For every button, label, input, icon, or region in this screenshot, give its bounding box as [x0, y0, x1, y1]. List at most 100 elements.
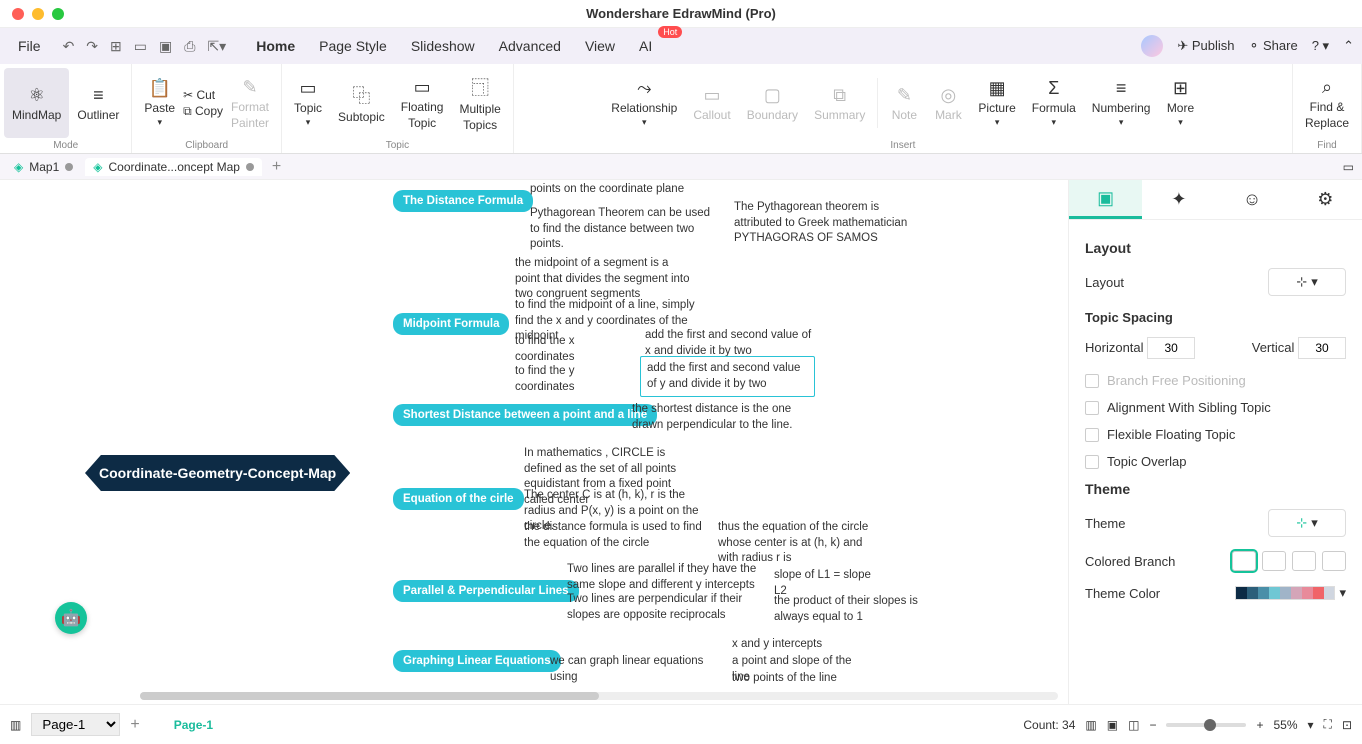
topic-midpoint[interactable]: Midpoint Formula	[393, 313, 509, 335]
menu-file[interactable]: File	[8, 34, 51, 58]
tab-coordinate[interactable]: ◈Coordinate...oncept Map	[85, 158, 262, 176]
view-icon-2[interactable]: ▣	[1107, 718, 1118, 732]
color-bar[interactable]	[1235, 586, 1335, 600]
fit-icon[interactable]: ⊡	[1342, 718, 1352, 732]
theme-select[interactable]: ⊹▾	[1268, 509, 1346, 537]
topic-graphing[interactable]: Graphing Linear Equations	[393, 650, 561, 672]
menu-pagestyle[interactable]: Page Style	[309, 34, 397, 58]
more-button[interactable]: ⊞More▾	[1158, 68, 1202, 138]
canvas[interactable]: Coordinate-Geometry-Concept-Map The Dist…	[0, 180, 1068, 704]
close-window[interactable]	[12, 8, 24, 20]
root-node[interactable]: Coordinate-Geometry-Concept-Map	[85, 455, 350, 491]
ai-assistant-button[interactable]: 🤖	[55, 602, 87, 634]
sub-node[interactable]: thus the equation of the circle whose ce…	[718, 520, 878, 567]
checkbox-overlap[interactable]	[1085, 455, 1099, 469]
publish-button[interactable]: ✈ Publish	[1177, 38, 1234, 54]
sub-node[interactable]: The Pythagorean theorem is attributed to…	[734, 200, 919, 247]
panel-tab-layout[interactable]: ▣	[1069, 180, 1142, 219]
copy-button[interactable]: ⧉ Copy	[183, 104, 223, 119]
zoom-in-icon[interactable]: +	[1256, 718, 1263, 732]
sub-node[interactable]: Two lines are perpendicular if their slo…	[567, 592, 757, 623]
swatch[interactable]	[1262, 551, 1286, 571]
scroll-thumb[interactable]	[140, 692, 599, 700]
minimize-window[interactable]	[32, 8, 44, 20]
panel-tab-icon[interactable]: ☺	[1216, 180, 1289, 219]
picture-button[interactable]: ▦Picture▾	[970, 68, 1023, 138]
numbering-button[interactable]: ≡Numbering▾	[1084, 68, 1159, 138]
sub-node[interactable]: to find the y coordinates	[515, 364, 630, 395]
sub-node[interactable]: Pythagorean Theorem can be used to find …	[530, 206, 715, 253]
pages-icon[interactable]: ▥	[10, 718, 21, 732]
panel-tab-settings[interactable]: ⚙	[1289, 180, 1362, 219]
sub-node-selected[interactable]: add the first and second value of y and …	[640, 356, 815, 397]
summary-button[interactable]: ⧉Summary	[806, 68, 873, 138]
menu-slideshow[interactable]: Slideshow	[401, 34, 485, 58]
chevron-down-icon[interactable]: ▾	[1308, 718, 1314, 732]
user-avatar[interactable]	[1141, 35, 1163, 57]
sub-node[interactable]: the distance formula is used to find the…	[524, 520, 704, 551]
add-tab-button[interactable]: +	[266, 158, 287, 176]
zoom-slider[interactable]	[1166, 723, 1246, 727]
share-button[interactable]: ⚬ Share	[1249, 38, 1298, 54]
sub-node[interactable]: the shortest distance is the one drawn p…	[632, 402, 802, 433]
sub-node[interactable]: we can graph linear equations using	[550, 654, 710, 685]
view-icon[interactable]: ▥	[1085, 718, 1096, 732]
hscrollbar[interactable]	[140, 692, 1058, 700]
sub-node[interactable]: points on the coordinate plane	[530, 182, 710, 198]
fullscreen-icon[interactable]: ⛶	[1324, 717, 1332, 732]
topic-distance[interactable]: The Distance Formula	[393, 190, 533, 212]
redo-icon[interactable]: ↷	[86, 38, 98, 55]
view-icon-3[interactable]: ◫	[1128, 718, 1139, 732]
cut-button[interactable]: ✂ Cut	[183, 88, 223, 102]
sub-node[interactable]: to find the x coordinates	[515, 334, 630, 365]
print-icon[interactable]: ⎙	[184, 38, 195, 55]
callout-button[interactable]: ▭Callout	[685, 68, 738, 138]
page-select[interactable]: Page-1	[31, 713, 120, 736]
save-icon[interactable]: ▣	[159, 38, 172, 55]
menu-advanced[interactable]: Advanced	[489, 34, 571, 58]
find-replace-button[interactable]: ⌕Find &Replace	[1297, 68, 1357, 138]
format-painter-button[interactable]: ✎FormatPainter	[223, 68, 277, 138]
note-button[interactable]: ✎Note	[882, 68, 926, 138]
menu-ai[interactable]: AIHot	[629, 34, 662, 58]
topic-circle[interactable]: Equation of the cirle	[393, 488, 524, 510]
zoom-out-icon[interactable]: −	[1149, 718, 1156, 732]
chevron-down-icon[interactable]: ▾	[1339, 585, 1346, 601]
sub-node[interactable]: the midpoint of a segment is a point tha…	[515, 256, 695, 303]
mark-button[interactable]: ◎Mark	[926, 68, 970, 138]
sub-node[interactable]: Two lines are parallel if they have the …	[567, 562, 757, 593]
export-icon[interactable]: ⇱▾	[207, 38, 226, 55]
toggle-panel-icon[interactable]: ▭	[1343, 160, 1354, 174]
swatch[interactable]	[1322, 551, 1346, 571]
sub-node[interactable]: two points of the line	[732, 671, 852, 687]
horizontal-input[interactable]	[1147, 337, 1195, 359]
checkbox-align[interactable]	[1085, 401, 1099, 415]
checkbox-flex[interactable]	[1085, 428, 1099, 442]
maximize-window[interactable]	[52, 8, 64, 20]
page-tab[interactable]: Page-1	[150, 716, 237, 734]
new-icon[interactable]: ⊞	[110, 38, 122, 55]
slider-knob[interactable]	[1204, 719, 1216, 731]
layout-select[interactable]: ⊹▾	[1268, 268, 1346, 296]
tab-map1[interactable]: ◈Map1	[6, 158, 81, 176]
sub-node[interactable]: the product of their slopes is always eq…	[774, 594, 954, 625]
menu-view[interactable]: View	[575, 34, 625, 58]
paste-button[interactable]: 📋Paste▾	[136, 68, 183, 138]
sub-node[interactable]: x and y intercepts	[732, 637, 852, 653]
formula-button[interactable]: ΣFormula▾	[1024, 68, 1084, 138]
topic-button[interactable]: ▭Topic▾	[286, 68, 330, 138]
topic-shortest[interactable]: Shortest Distance between a point and a …	[393, 404, 657, 426]
menu-home[interactable]: Home	[246, 34, 305, 58]
vertical-input[interactable]	[1298, 337, 1346, 359]
mindmap-button[interactable]: ⚛MindMap	[4, 68, 69, 138]
relationship-button[interactable]: ⤳Relationship▾	[603, 68, 685, 138]
multiple-topics-button[interactable]: ⿹MultipleTopics	[451, 68, 508, 138]
swatch[interactable]	[1292, 551, 1316, 571]
panel-tab-style[interactable]: ✦	[1142, 180, 1215, 219]
undo-icon[interactable]: ↶	[63, 38, 75, 55]
outliner-button[interactable]: ≡Outliner	[69, 68, 127, 138]
help-icon[interactable]: ? ▾	[1312, 38, 1329, 54]
collapse-ribbon-icon[interactable]: ⌃	[1343, 38, 1354, 54]
swatch[interactable]	[1232, 551, 1256, 571]
add-page-icon[interactable]: +	[130, 716, 139, 734]
